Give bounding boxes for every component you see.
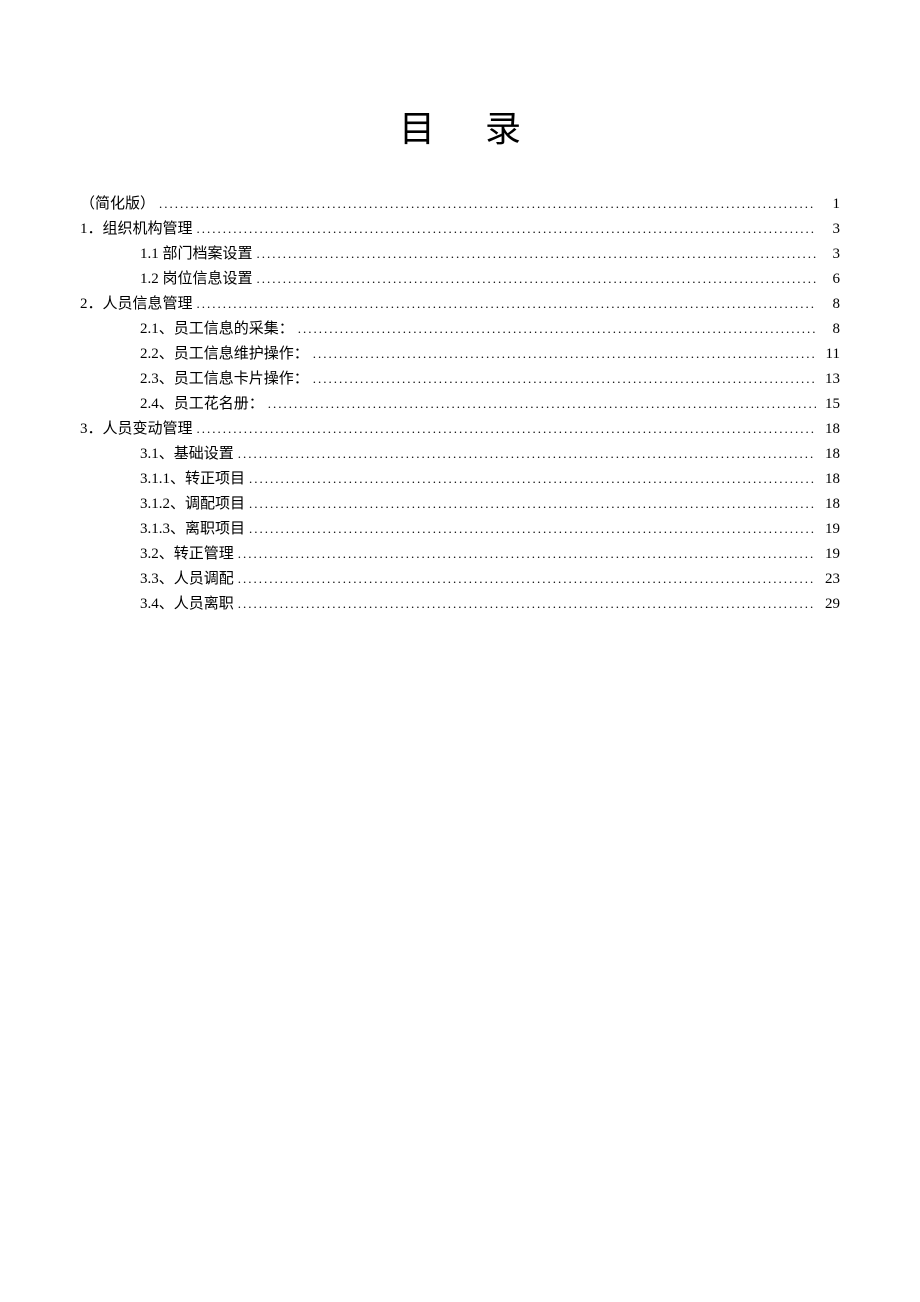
toc-label: 1．组织机构管理 [80, 217, 193, 241]
page-title: 目录 [50, 100, 870, 152]
toc-entry: 1.1 部门档案设置 .............................… [80, 242, 840, 266]
toc-dots: ........................................… [249, 467, 816, 491]
toc-page: 29 [820, 592, 840, 616]
toc-page: 1 [820, 192, 840, 216]
toc-page: 18 [820, 492, 840, 516]
toc-dots: ........................................… [268, 392, 816, 416]
toc-label: 3.3、人员调配 [140, 567, 234, 591]
toc-page: 19 [820, 542, 840, 566]
toc-label: 1.2 岗位信息设置 [140, 267, 253, 291]
toc-dots: ........................................… [298, 317, 816, 341]
toc-dots: ........................................… [249, 492, 816, 516]
toc-page: 15 [820, 392, 840, 416]
toc-entry: 3.1.3、离职项目 .............................… [80, 517, 840, 541]
toc-dots: ........................................… [238, 442, 816, 466]
toc-label: 2．人员信息管理 [80, 292, 193, 316]
toc-page: 23 [820, 567, 840, 591]
toc-page: 18 [820, 467, 840, 491]
toc-page: 11 [820, 342, 840, 366]
toc-label: 3.1.1、转正项目 [140, 467, 245, 491]
toc-page: 18 [820, 417, 840, 441]
toc-dots: ........................................… [313, 367, 816, 391]
toc-entry: 2.2、员工信息维护操作： ..........................… [80, 342, 840, 366]
toc-label: 2.1、员工信息的采集： [140, 317, 294, 341]
toc-entry: （简化版） ..................................… [80, 192, 840, 216]
toc-entry: 1．组织机构管理 ...............................… [80, 217, 840, 241]
toc-entry: 2．人员信息管理 ...............................… [80, 292, 840, 316]
toc-page: 8 [820, 292, 840, 316]
toc-entry: 2.1、员工信息的采集： ...........................… [80, 317, 840, 341]
toc-label: 3.1.2、调配项目 [140, 492, 245, 516]
toc-entry: 3.2、转正管理 ...............................… [80, 542, 840, 566]
toc-page: 8 [820, 317, 840, 341]
toc-page: 3 [820, 217, 840, 241]
toc-label: 1.1 部门档案设置 [140, 242, 253, 266]
toc-page: 19 [820, 517, 840, 541]
toc-page: 6 [820, 267, 840, 291]
toc-entry: 3.3、人员调配 ...............................… [80, 567, 840, 591]
toc-label: 3.1、基础设置 [140, 442, 234, 466]
toc-entry: 3.1.2、调配项目 .............................… [80, 492, 840, 516]
toc-entry: 2.3、员工信息卡片操作： ..........................… [80, 367, 840, 391]
toc-dots: ........................................… [238, 542, 816, 566]
toc-label: 3.1.3、离职项目 [140, 517, 245, 541]
toc-entry: 2.4、员工花名册： .............................… [80, 392, 840, 416]
toc-dots: ........................................… [197, 217, 816, 241]
toc-label: 3．人员变动管理 [80, 417, 193, 441]
toc-dots: ........................................… [313, 342, 816, 366]
toc-entry: 3.1.1、转正项目 .............................… [80, 467, 840, 491]
toc-entry: 3．人员变动管理 ...............................… [80, 417, 840, 441]
toc-page: 18 [820, 442, 840, 466]
toc-label: 3.2、转正管理 [140, 542, 234, 566]
toc-entry: 1.2 岗位信息设置 .............................… [80, 267, 840, 291]
toc-dots: ........................................… [257, 242, 816, 266]
toc-dots: ........................................… [257, 267, 816, 291]
toc-dots: ........................................… [197, 292, 816, 316]
toc-dots: ........................................… [197, 417, 816, 441]
toc-label: （简化版） [80, 192, 155, 216]
toc-dots: ........................................… [249, 517, 816, 541]
toc-label: 3.4、人员离职 [140, 592, 234, 616]
toc-dots: ........................................… [238, 567, 816, 591]
toc-dots: ........................................… [159, 192, 816, 216]
table-of-contents: （简化版） ..................................… [50, 192, 870, 616]
toc-entry: 3.1、基础设置 ...............................… [80, 442, 840, 466]
toc-dots: ........................................… [238, 592, 816, 616]
toc-page: 3 [820, 242, 840, 266]
toc-label: 2.4、员工花名册： [140, 392, 264, 416]
toc-label: 2.2、员工信息维护操作： [140, 342, 309, 366]
toc-page: 13 [820, 367, 840, 391]
toc-label: 2.3、员工信息卡片操作： [140, 367, 309, 391]
toc-entry: 3.4、人员离职 ...............................… [80, 592, 840, 616]
